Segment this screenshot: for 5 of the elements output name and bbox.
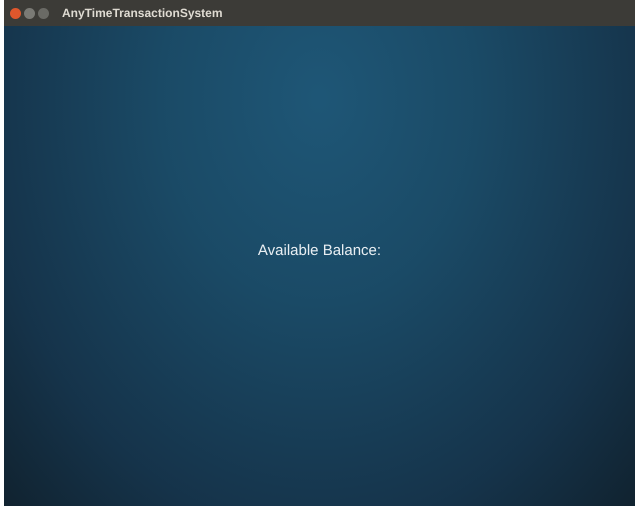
- minimize-button[interactable]: [24, 8, 35, 18]
- close-button[interactable]: [10, 8, 21, 18]
- window-title: AnyTimeTransactionSystem: [62, 5, 223, 22]
- maximize-button[interactable]: [38, 8, 49, 18]
- balance-label: Available Balance:: [258, 240, 382, 261]
